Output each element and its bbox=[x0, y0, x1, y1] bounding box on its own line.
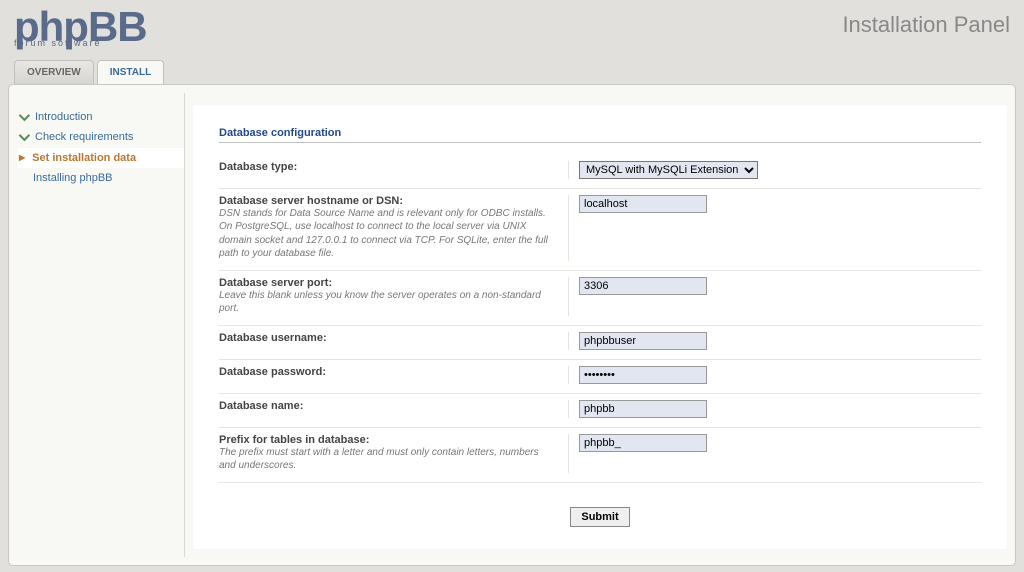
sidebar-item-label: Introduction bbox=[35, 109, 92, 126]
sidebar-item-label: Installing phpBB bbox=[33, 170, 113, 187]
dbtype-label: Database type: bbox=[219, 161, 556, 173]
dbhost-input[interactable] bbox=[579, 195, 707, 213]
dbtype-select[interactable]: MySQL with MySQLi Extension bbox=[579, 161, 758, 179]
sidebar-item-label: Check requirements bbox=[35, 129, 133, 146]
tblprefix-label: Prefix for tables in database: bbox=[219, 434, 556, 446]
sidebar-item-introduction[interactable]: Introduction bbox=[17, 107, 184, 128]
dbhost-help: DSN stands for Data Source Name and is r… bbox=[219, 207, 556, 261]
tblprefix-input[interactable] bbox=[579, 434, 707, 452]
section-title: Database configuration bbox=[219, 127, 981, 143]
dbname-label: Database name: bbox=[219, 400, 556, 412]
sidebar-item-check-requirements[interactable]: Check requirements bbox=[17, 127, 184, 148]
tab-install[interactable]: INSTALL bbox=[97, 60, 164, 84]
sidebar-item-label: Set installation data bbox=[32, 150, 136, 167]
dbname-input[interactable] bbox=[579, 400, 707, 418]
dbuser-input[interactable] bbox=[579, 332, 707, 350]
panel-title: Installation Panel bbox=[842, 12, 1010, 38]
dbport-label: Database server port: bbox=[219, 277, 556, 289]
dbport-input[interactable] bbox=[579, 277, 707, 295]
sidebar-item-set-installation-data[interactable]: Set installation data bbox=[17, 148, 184, 169]
dbpass-input[interactable] bbox=[579, 366, 707, 384]
sidebar-item-installing-phpbb[interactable]: Installing phpBB bbox=[17, 168, 184, 189]
logo: phpBB forum software bbox=[14, 10, 147, 48]
tab-overview[interactable]: OVERVIEW bbox=[14, 60, 94, 84]
main-content: Database configuration Database type: My… bbox=[193, 105, 1007, 549]
dbpass-label: Database password: bbox=[219, 366, 556, 378]
tabs: OVERVIEW INSTALL bbox=[8, 60, 1016, 84]
sidebar: Introduction Check requirements Set inst… bbox=[17, 93, 185, 557]
tblprefix-help: The prefix must start with a letter and … bbox=[219, 446, 556, 473]
dbuser-label: Database username: bbox=[219, 332, 556, 344]
dbport-help: Leave this blank unless you know the ser… bbox=[219, 289, 556, 316]
dbhost-label: Database server hostname or DSN: bbox=[219, 195, 556, 207]
submit-button[interactable]: Submit bbox=[570, 507, 629, 527]
